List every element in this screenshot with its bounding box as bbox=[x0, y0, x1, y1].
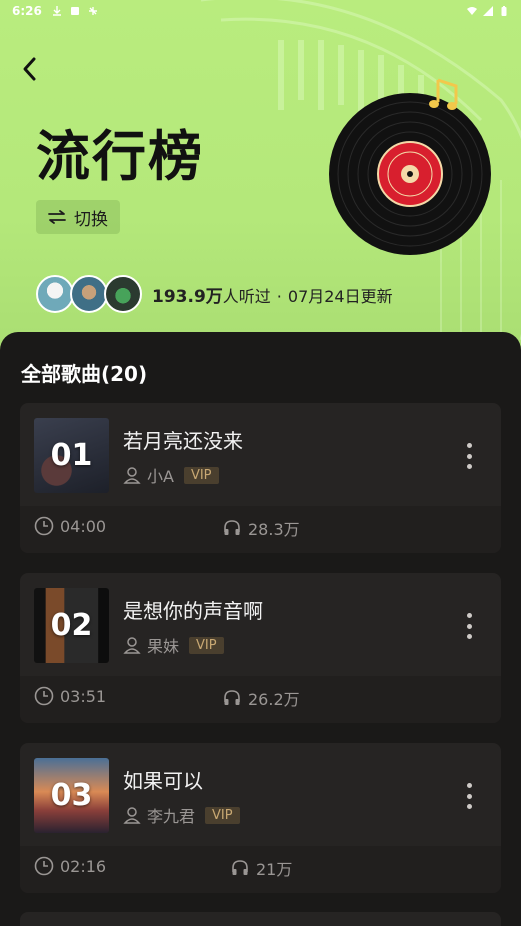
listeners-row: 193.9万 人听过 · 07月24日更新 bbox=[36, 274, 393, 314]
vip-badge: VIP bbox=[189, 636, 224, 654]
status-time: 6:26 bbox=[12, 4, 42, 18]
notification-icon bbox=[70, 7, 79, 15]
song-rank: 02 bbox=[50, 608, 93, 643]
avatar bbox=[70, 275, 108, 313]
song-main: 03 如果可以 李九君 VIP bbox=[20, 743, 501, 846]
wifi-icon bbox=[467, 7, 477, 15]
song-meta: 小A VIP bbox=[123, 463, 219, 487]
page-title: 流行榜 bbox=[36, 125, 204, 188]
song-plays: 28.3万 bbox=[248, 520, 300, 539]
plays-stat: 28.3万 bbox=[222, 516, 300, 540]
song-main: 01 若月亮还没来 小A VIP bbox=[20, 403, 501, 506]
clock-icon bbox=[34, 686, 54, 706]
song-plays: 21万 bbox=[256, 860, 293, 879]
signal-icon bbox=[483, 6, 493, 16]
song-duration: 02:16 bbox=[60, 856, 107, 876]
clock-icon bbox=[34, 856, 54, 876]
back-button[interactable] bbox=[14, 54, 44, 84]
separator-dot: · bbox=[276, 286, 282, 306]
vip-badge: VIP bbox=[205, 806, 240, 824]
song-cover: 02 bbox=[34, 588, 109, 663]
duration-stat: 02:16 bbox=[34, 856, 106, 876]
chevron-left-icon bbox=[23, 57, 36, 81]
clock-icon bbox=[34, 516, 54, 536]
status-bar: 6:26 bbox=[0, 0, 521, 22]
user-icon bbox=[123, 637, 141, 654]
avatar bbox=[104, 275, 142, 313]
duration-stat: 04:00 bbox=[34, 516, 106, 536]
vinyl-record-icon bbox=[329, 93, 491, 255]
song-artist: 果妹 bbox=[147, 637, 180, 656]
headphones-icon bbox=[232, 860, 248, 875]
download-icon bbox=[52, 6, 61, 16]
more-options-button[interactable] bbox=[457, 613, 481, 639]
song-cover: 01 bbox=[34, 418, 109, 493]
song-item[interactable]: 01 若月亮还没来 小A VIP 04:00 28.3万 bbox=[20, 403, 501, 553]
song-artist: 李九君 bbox=[147, 807, 196, 826]
song-item[interactable]: 02 是想你的声音啊 果妹 VIP 03:51 26.2万 bbox=[20, 573, 501, 723]
song-meta: 果妹 VIP bbox=[123, 633, 224, 657]
user-icon bbox=[123, 807, 141, 824]
song-rank: 03 bbox=[50, 778, 93, 813]
song-plays: 26.2万 bbox=[248, 690, 300, 709]
avatar bbox=[36, 275, 74, 313]
song-title: 若月亮还没来 bbox=[123, 429, 243, 453]
headphones-icon bbox=[224, 690, 240, 705]
plays-stat: 26.2万 bbox=[222, 686, 300, 710]
update-date: 07月24日更新 bbox=[287, 286, 393, 306]
vip-badge: VIP bbox=[183, 466, 219, 484]
song-artist: 小A bbox=[147, 467, 174, 486]
battery-icon bbox=[501, 6, 507, 16]
song-main: 02 是想你的声音啊 果妹 VIP bbox=[20, 573, 501, 676]
song-item[interactable] bbox=[20, 912, 501, 926]
duration-stat: 03:51 bbox=[34, 686, 106, 706]
listen-info: 193.9万 人听过 · 07月24日更新 bbox=[152, 282, 393, 307]
song-rank: 01 bbox=[50, 438, 93, 473]
user-icon bbox=[123, 467, 141, 484]
more-options-button[interactable] bbox=[457, 443, 481, 469]
song-title: 是想你的声音啊 bbox=[123, 599, 263, 623]
section-title: 全部歌曲(20) bbox=[21, 362, 148, 386]
more-options-button[interactable] bbox=[457, 783, 481, 809]
song-meta: 李九君 VIP bbox=[123, 803, 240, 827]
song-duration: 04:00 bbox=[60, 516, 107, 536]
headphones-icon bbox=[224, 520, 240, 535]
song-duration: 03:51 bbox=[60, 686, 107, 706]
listener-avatars bbox=[36, 275, 142, 313]
app-icon bbox=[88, 7, 97, 15]
switch-button[interactable]: 切换 bbox=[36, 200, 120, 234]
song-cover: 03 bbox=[34, 758, 109, 833]
song-item[interactable]: 03 如果可以 李九君 VIP 02:16 21万 bbox=[20, 743, 501, 893]
music-note-icon bbox=[429, 78, 458, 110]
song-title: 如果可以 bbox=[123, 769, 203, 793]
plays-stat: 21万 bbox=[230, 856, 292, 880]
switch-label: 切换 bbox=[74, 209, 108, 230]
swap-arrows-icon bbox=[48, 210, 66, 224]
listen-count: 193.9万 bbox=[152, 286, 223, 307]
listen-suffix: 人听过 bbox=[222, 286, 271, 306]
